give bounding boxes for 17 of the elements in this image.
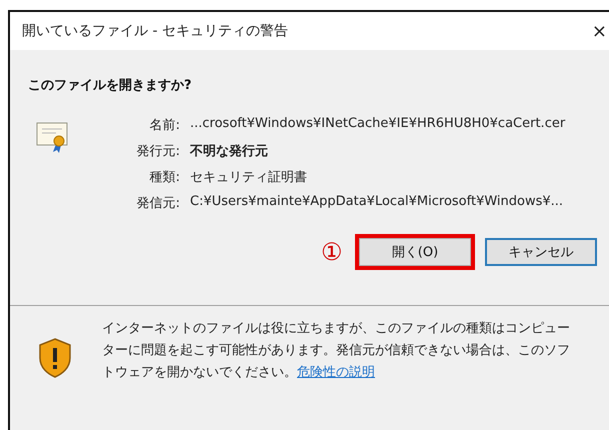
certificate-icon xyxy=(36,120,70,154)
window-title: 開いているファイル - セキュリティの警告 xyxy=(22,22,288,40)
warning-text: インターネットのファイルは役に立ちますが、このファイルの種類はコンピューターに問題を起こす可能性があります。発信元が信頼できない場合は、このソフトウェアを開かないでください。危険性の説明 xyxy=(102,320,571,382)
field-value: C:¥Users¥mainte¥AppData¥Local¥Microsoft¥Windows¥... xyxy=(190,194,564,211)
field-label: 名前: xyxy=(148,117,180,134)
field-value: ...crosoft¥Windows¥INetCache¥IE¥HR6HU8H0¥caCert.cer xyxy=(190,116,566,133)
close-button[interactable]: × xyxy=(592,20,607,42)
question-text: このファイルを開きますか? xyxy=(27,77,193,94)
field-label: 種類: xyxy=(148,169,180,186)
field-value: セキュリティ証明書 xyxy=(190,169,308,186)
field-label: 発信元: xyxy=(136,195,180,212)
field-label: 発行元: xyxy=(136,143,180,160)
risk-link[interactable]: 危険性の説明 xyxy=(297,365,375,380)
cancel-button[interactable]: キャンセル xyxy=(485,238,597,266)
warning-shield-icon xyxy=(38,338,72,378)
field-value: 不明な発行元 xyxy=(190,143,269,160)
annotation-marker: ① xyxy=(321,238,343,266)
